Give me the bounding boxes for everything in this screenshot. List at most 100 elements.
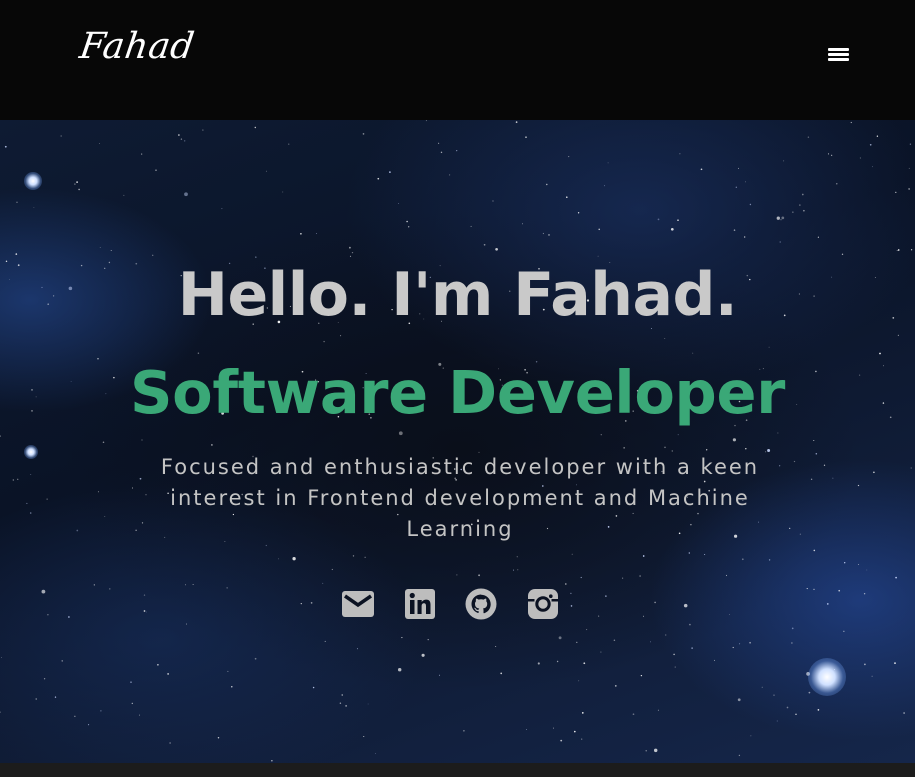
star (850, 121, 852, 124)
instagram-icon[interactable] (525, 586, 561, 622)
star (745, 181, 746, 183)
star (879, 352, 881, 355)
star (525, 136, 527, 138)
hero-tagline: Focused and enthusiastic developer with … (160, 455, 760, 541)
star (202, 129, 204, 131)
star (41, 589, 46, 594)
star (744, 236, 746, 238)
star (779, 465, 781, 467)
star (351, 251, 354, 254)
star (4, 145, 7, 148)
star (600, 651, 602, 653)
star (100, 710, 102, 712)
star (664, 338, 666, 340)
star (322, 582, 324, 584)
hamburger-menu-icon[interactable] (824, 41, 854, 69)
star (556, 660, 559, 663)
star (810, 478, 813, 480)
star (869, 143, 872, 146)
star (74, 183, 76, 185)
star (340, 335, 342, 337)
star (642, 555, 645, 557)
hero-role: Software Developer (129, 358, 786, 427)
star (908, 167, 910, 169)
star (74, 715, 76, 717)
star (367, 703, 369, 705)
star (152, 254, 154, 256)
star (817, 709, 820, 711)
star (132, 487, 133, 489)
star (186, 623, 188, 625)
star (1, 657, 2, 658)
star (670, 227, 674, 231)
star (799, 533, 801, 535)
star (0, 711, 1, 713)
mail-icon[interactable] (340, 586, 376, 622)
star (749, 203, 752, 206)
star (97, 491, 99, 493)
star (871, 675, 873, 677)
star (398, 431, 403, 436)
star (316, 232, 317, 234)
star (288, 143, 290, 145)
star (831, 154, 833, 156)
star (16, 201, 18, 203)
star (735, 186, 737, 188)
star (897, 334, 900, 337)
star (739, 643, 741, 645)
star (548, 234, 550, 236)
star (483, 243, 486, 246)
star (265, 544, 267, 547)
star (664, 446, 666, 449)
star (143, 594, 146, 596)
star (598, 615, 600, 617)
github-icon[interactable] (463, 586, 499, 622)
star (622, 577, 624, 579)
star (643, 615, 644, 617)
star (324, 640, 326, 642)
star (456, 150, 458, 152)
star (78, 188, 80, 191)
star (397, 667, 402, 672)
star (135, 529, 137, 532)
star (806, 588, 808, 590)
star (844, 562, 846, 564)
star (791, 642, 793, 644)
star (43, 678, 46, 680)
star (896, 250, 898, 251)
star (425, 120, 427, 122)
star (657, 218, 660, 221)
star (139, 477, 142, 480)
star (131, 702, 133, 705)
star (732, 646, 734, 649)
star (749, 641, 751, 644)
star (823, 464, 826, 466)
star (791, 627, 794, 630)
star (827, 153, 830, 155)
star (139, 714, 140, 716)
star (292, 557, 296, 561)
star (704, 554, 706, 555)
star (795, 713, 797, 716)
star (141, 522, 144, 524)
linkedin-icon[interactable] (402, 586, 438, 622)
star (598, 228, 600, 231)
star (776, 216, 780, 220)
menu-bar (828, 53, 849, 56)
star (54, 696, 57, 698)
site-logo[interactable]: Fahad (77, 26, 197, 67)
star (255, 256, 257, 258)
star (777, 432, 779, 434)
star (470, 225, 472, 227)
star (349, 255, 352, 257)
star (650, 641, 651, 643)
star (33, 206, 35, 208)
star (102, 441, 105, 444)
star (406, 220, 408, 223)
star (581, 712, 584, 714)
star (623, 447, 625, 449)
star (706, 449, 708, 451)
star (364, 556, 366, 558)
star (68, 616, 70, 618)
star (801, 193, 804, 196)
